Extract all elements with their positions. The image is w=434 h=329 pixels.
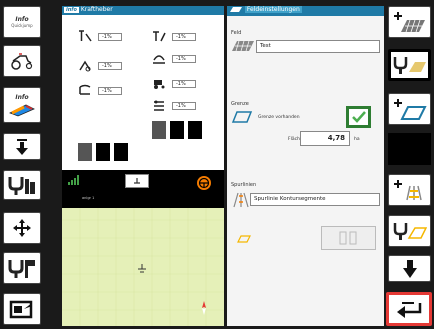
quickjump-label: Quickjump [11, 23, 33, 28]
upper-limit-value[interactable]: -1% [172, 33, 196, 41]
arrow-down-right-icon [402, 259, 417, 278]
draft-sensing-icon [79, 60, 91, 72]
hitch-route-button[interactable] [3, 252, 41, 284]
hitch-flag-icon [8, 260, 35, 278]
new-boundary-button[interactable] [388, 93, 431, 125]
grenze-label: Grenze [231, 101, 249, 107]
compass-icon [202, 301, 206, 315]
vehicle-marker-icon [138, 264, 146, 273]
grenze-vorhanden-label: Grenze vorhanden [258, 115, 300, 120]
empty-slot [388, 133, 431, 165]
map-view[interactable] [62, 208, 224, 326]
slip-control-value[interactable]: -1% [172, 55, 196, 63]
trackline-toggle-icon [339, 231, 356, 245]
hitch-field-icon [393, 57, 426, 74]
upper-limit-icon [153, 31, 166, 42]
hitch-status-block-6 [114, 143, 128, 161]
add-boundary-icon [393, 99, 427, 120]
hitch-status-block-4 [78, 143, 92, 161]
map-center-button[interactable] [125, 174, 149, 188]
feldeinstellungen-title: Feldeinstellungen [244, 6, 302, 13]
spurlinien-value: Spurlinie Kontursegmente [254, 196, 326, 202]
move-arrows-icon [13, 219, 31, 237]
feldeinstellungen-titlebar: Feldeinstellungen [227, 6, 384, 16]
tractor-settings-button[interactable] [3, 45, 41, 77]
scroll-down-right-button[interactable] [388, 255, 431, 282]
field-icon [232, 40, 254, 52]
hitch-boundary-icon [393, 223, 427, 240]
add-trackline-icon [393, 180, 422, 201]
draft-sensing-value[interactable]: -1% [98, 62, 122, 70]
drop-rate-icon [79, 84, 91, 95]
field-title-icon [230, 7, 242, 12]
info-quickjump-button[interactable]: Info Quickjump [3, 6, 41, 38]
hitch-position-value[interactable]: -1% [98, 33, 122, 41]
drop-rate-value[interactable]: -1% [98, 87, 122, 95]
spurlinien-label: Spurlinien [231, 182, 257, 188]
slip-control-icon [153, 55, 165, 64]
flaeche-unit: ha [354, 137, 360, 142]
terminal-icon [9, 300, 33, 319]
hitch-field-button[interactable] [388, 49, 431, 81]
boundary-icon [231, 111, 253, 123]
flaeche-field: 4,78 [300, 131, 350, 146]
feldeinstellungen-panel [227, 6, 384, 326]
add-field-icon [393, 12, 425, 33]
hitch-control-button[interactable] [3, 170, 41, 200]
hitch-position-icon [79, 30, 92, 42]
new-trackline-button[interactable] [388, 174, 431, 206]
hitch-status-block-5 [96, 143, 110, 161]
trackline-toggle-button[interactable] [321, 226, 376, 250]
hitch-status-block-3 [188, 121, 202, 139]
boundary-small-icon [237, 235, 251, 243]
steering-wheel-icon[interactable] [196, 175, 212, 191]
arrow-down-icon [16, 138, 28, 155]
feld-label: Feld [231, 30, 242, 36]
info-label: Info [15, 16, 29, 23]
info-implement-button[interactable]: Info [3, 87, 41, 123]
move-button[interactable] [3, 212, 41, 244]
hitch-icon [8, 177, 35, 195]
new-field-button[interactable] [388, 6, 431, 38]
back-button[interactable] [386, 292, 432, 326]
kraftheber-title: Kraftheber [80, 6, 113, 13]
hitch-status-block-1 [152, 121, 166, 139]
tractor-small-value[interactable]: -1% [172, 80, 196, 88]
tractor-icon [11, 53, 33, 70]
tracklines-icon [233, 192, 249, 208]
flaeche-value: 4,78 [327, 134, 345, 142]
depth-icon [154, 100, 164, 111]
feld-select[interactable]: Test [256, 40, 380, 53]
checkmark-icon [351, 111, 366, 123]
signal-bars-icon [68, 175, 79, 185]
kraftheber-titlebar: info Kraftheber [62, 6, 224, 15]
depth-value[interactable]: -1% [172, 102, 196, 110]
tractor-small-icon [154, 80, 165, 89]
implement-icon [9, 104, 35, 116]
scroll-down-button[interactable] [3, 133, 41, 160]
spurlinien-select[interactable]: Spurlinie Kontursegmente [250, 193, 380, 206]
feld-value: Test [260, 43, 271, 49]
hitch-status-block-2 [170, 121, 184, 139]
signal-label: anlgr 1 [82, 196, 95, 200]
return-arrow-icon [397, 302, 422, 318]
hitch-boundary-button[interactable] [388, 215, 431, 247]
terminal-button[interactable] [3, 293, 41, 325]
implement-small-icon [134, 178, 140, 184]
info-badge: info [64, 7, 79, 13]
info-label-2: Info [15, 93, 29, 101]
grenze-vorhanden-checkbox[interactable] [346, 106, 371, 128]
